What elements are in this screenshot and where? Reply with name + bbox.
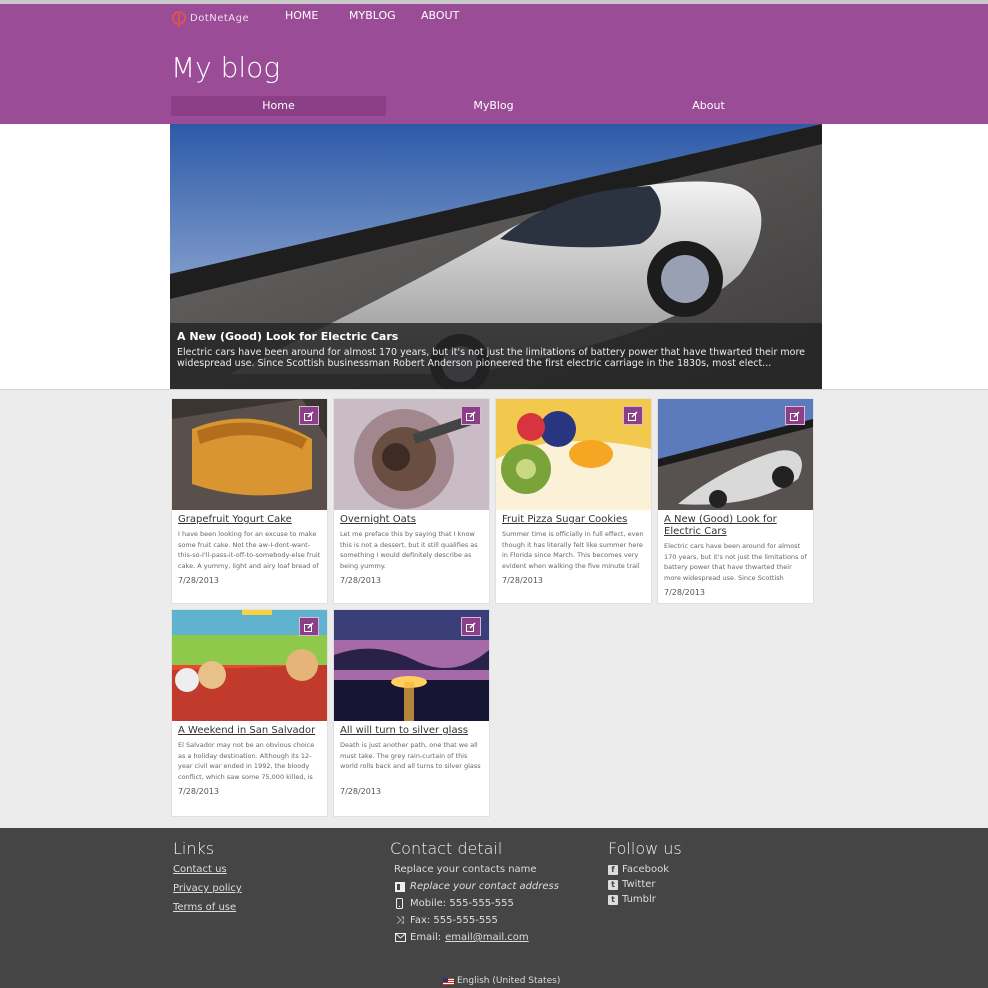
contact-address: Replace your contact address — [394, 881, 559, 892]
post-excerpt: Summer time is officially in full effect… — [502, 530, 644, 570]
post-date: 7/28/2013 — [340, 576, 382, 585]
address-icon — [394, 881, 406, 892]
post-card: A New (Good) Look for Electric Cars Elec… — [657, 398, 814, 604]
privacy-policy-link[interactable]: Privacy policy — [173, 883, 242, 894]
footer-links: Links Contact us Privacy policy Terms of… — [173, 839, 242, 921]
site-header: DotNetAge HOME MYBLOG ABOUT My blog Home… — [0, 4, 988, 124]
post-date: 7/28/2013 — [178, 787, 220, 796]
twitter-label: Twitter — [622, 879, 656, 890]
tumblr-label: Tumblr — [622, 894, 656, 905]
top-nav: HOME MYBLOG ABOUT — [285, 9, 459, 22]
post-date: 7/28/2013 — [340, 787, 382, 796]
tumblr-icon: t — [608, 894, 618, 905]
contact-fax-text: Fax: 555-555-555 — [410, 915, 498, 926]
post-card: Fruit Pizza Sugar Cookies Summer time is… — [495, 398, 652, 604]
post-title[interactable]: A New (Good) Look for Electric Cars — [664, 514, 807, 538]
email-label: Email: — [410, 932, 442, 943]
facebook-link[interactable]: f Facebook — [608, 864, 682, 875]
logo-icon — [172, 11, 186, 27]
post-image[interactable] — [496, 399, 651, 510]
post-excerpt: Death is just another path, one that we … — [340, 741, 481, 770]
language-label: English (United States) — [457, 976, 561, 986]
follow-heading: Follow us — [608, 839, 682, 858]
post-title[interactable]: Grapefruit Yogurt Cake — [178, 514, 321, 526]
links-heading: Links — [173, 839, 215, 858]
post-card: A Weekend in San Salvador El Salvador ma… — [171, 609, 328, 817]
contact-fax: ⤨ Fax: 555-555-555 — [394, 915, 559, 926]
tab-myblog[interactable]: MyBlog — [386, 96, 601, 116]
terms-of-use-link[interactable]: Terms of use — [173, 902, 242, 913]
post-date: 7/28/2013 — [664, 588, 706, 597]
post-excerpt: Let me preface this by saying that I kno… — [340, 530, 478, 570]
contact-name-text: Replace your contacts name — [394, 864, 537, 875]
post-title[interactable]: Overnight Oats — [340, 514, 483, 526]
edit-icon[interactable] — [461, 617, 481, 636]
hero-caption: A New (Good) Look for Electric Cars Elec… — [170, 323, 822, 389]
post-image[interactable] — [334, 610, 489, 721]
contact-heading: Contact detail — [390, 839, 503, 858]
post-card: Grapefruit Yogurt Cake I have been looki… — [171, 398, 328, 604]
edit-icon[interactable] — [785, 406, 805, 425]
post-image[interactable] — [334, 399, 489, 510]
facebook-label: Facebook — [622, 864, 669, 875]
post-image[interactable] — [172, 610, 327, 721]
twitter-icon: t — [608, 879, 618, 890]
tab-home[interactable]: Home — [171, 96, 386, 116]
us-flag-icon — [443, 977, 454, 985]
tumblr-link[interactable]: t Tumblr — [608, 894, 682, 905]
facebook-icon: f — [608, 864, 618, 875]
footer-follow: Follow us f Facebook t Twitter t Tumblr — [608, 839, 682, 909]
post-excerpt: Electric cars have been around for almos… — [664, 542, 807, 582]
post-title[interactable]: Fruit Pizza Sugar Cookies — [502, 514, 645, 526]
edit-icon[interactable] — [299, 617, 319, 636]
edit-icon[interactable] — [623, 406, 643, 425]
tab-about[interactable]: About — [601, 96, 816, 116]
hero-title[interactable]: A New (Good) Look for Electric Cars — [177, 330, 815, 343]
email-icon — [394, 932, 406, 943]
post-date: 7/28/2013 — [178, 576, 220, 585]
contact-email: Email: email@mail.com — [394, 932, 559, 943]
post-card: Overnight Oats Let me preface this by sa… — [333, 398, 490, 604]
contact-us-link[interactable]: Contact us — [173, 864, 242, 875]
footer-contact: Contact detail Replace your contacts nam… — [390, 839, 559, 949]
site-title: My blog — [171, 51, 281, 84]
contact-address-text: Replace your contact address — [410, 881, 559, 892]
language-selector[interactable]: English (United States) — [443, 976, 560, 986]
edit-icon[interactable] — [299, 406, 319, 425]
post-image[interactable] — [172, 399, 327, 510]
top-nav-about[interactable]: ABOUT — [421, 9, 459, 22]
main-nav: Home MyBlog About — [171, 96, 816, 120]
contact-name: Replace your contacts name — [394, 864, 559, 875]
top-nav-myblog[interactable]: MYBLOG — [349, 9, 421, 22]
top-nav-home[interactable]: HOME — [285, 9, 349, 22]
post-excerpt: I have been looking for an excuse to mak… — [178, 530, 321, 570]
site-logo[interactable]: DotNetAge — [172, 8, 249, 28]
contact-mobile-text: Mobile: 555-555-555 — [410, 898, 514, 909]
site-footer: Links Contact us Privacy policy Terms of… — [0, 828, 988, 988]
fax-icon: ⤨ — [396, 915, 404, 926]
email-link[interactable]: email@mail.com — [445, 932, 529, 943]
post-title[interactable]: A Weekend in San Salvador — [178, 725, 321, 737]
post-excerpt: El Salvador may not be an obvious choice… — [178, 741, 315, 781]
hero-description: Electric cars have been around for almos… — [177, 347, 805, 369]
post-card: All will turn to silver glass Death is j… — [333, 609, 490, 817]
post-date: 7/28/2013 — [502, 576, 544, 585]
hero-slide[interactable]: A New (Good) Look for Electric Cars Elec… — [170, 124, 822, 389]
logo-text: DotNetAge — [190, 12, 250, 24]
twitter-link[interactable]: t Twitter — [608, 879, 682, 890]
post-title[interactable]: All will turn to silver glass — [340, 725, 483, 737]
contact-mobile: Mobile: 555-555-555 — [394, 898, 559, 909]
mobile-icon — [394, 898, 406, 909]
edit-icon[interactable] — [461, 406, 481, 425]
post-image[interactable] — [658, 399, 813, 510]
